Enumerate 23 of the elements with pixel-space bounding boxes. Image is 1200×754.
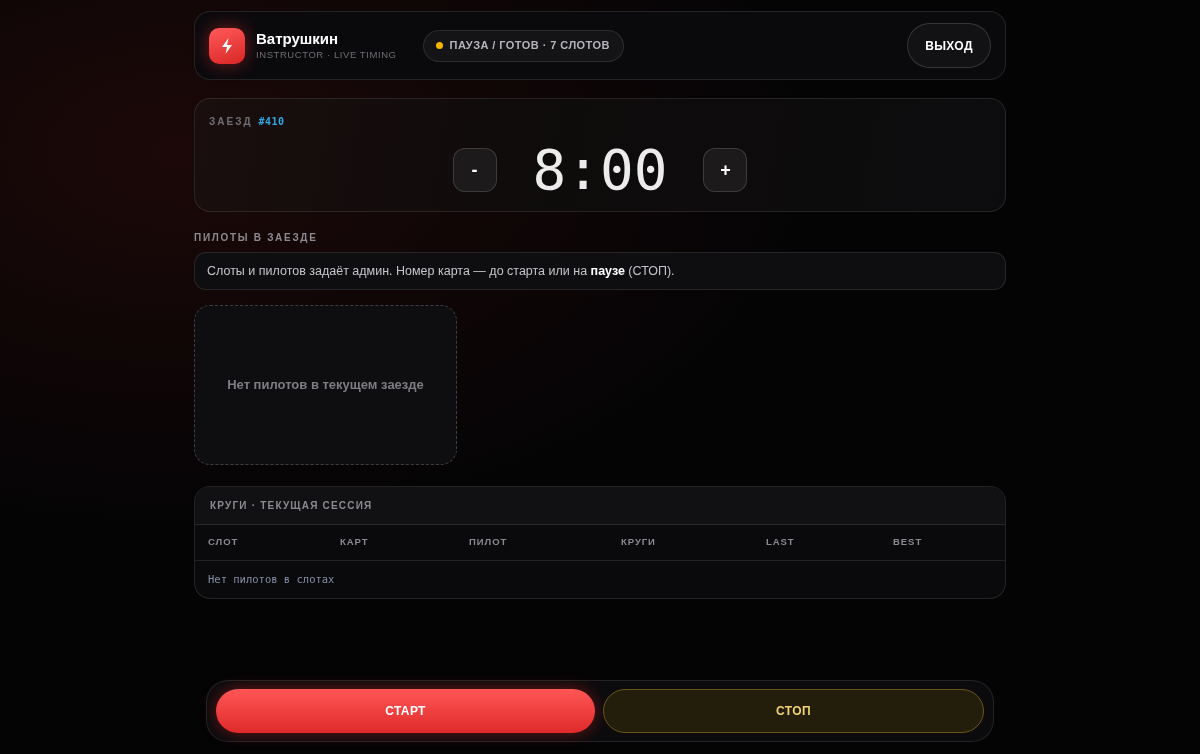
table-title: КРУГИ · ТЕКУЩАЯ СЕССИЯ — [210, 499, 373, 513]
brand-subtitle: INSTRUCTOR · LIVE TIMING — [256, 47, 397, 62]
heat-label: ЗАЕЗД — [209, 116, 253, 128]
section-title: ПИЛОТЫ В ЗАЕЗДЕ — [194, 232, 318, 244]
stop-button[interactable]: СТОП — [603, 689, 984, 733]
bolt-logo-icon — [209, 27, 245, 64]
brand-name: Ватрушкин — [256, 29, 340, 48]
table-empty-text: Нет пилотов в слотах — [208, 571, 335, 587]
start-button[interactable]: СТАРТ — [216, 689, 595, 733]
column-header: LAST — [766, 535, 795, 550]
decrement-button[interactable]: - — [452, 148, 497, 192]
column-header: СЛОТ — [208, 535, 239, 550]
heat-number: #410 — [258, 116, 285, 128]
logout-button[interactable]: ВЫХОД — [907, 23, 991, 68]
timer-display: 8:00 — [532, 140, 668, 200]
column-header: ПИЛОТ — [469, 535, 508, 550]
notice-text: Слоты и пилотов задаёт админ. Номер карта — до старта или на паузе (СТОП). — [207, 262, 675, 280]
column-header: КАРТ — [340, 535, 369, 550]
increment-button[interactable]: + — [703, 148, 748, 192]
empty-state-text: Нет пилотов в текущем заезде — [227, 376, 424, 395]
column-header: КРУГИ — [621, 535, 656, 550]
status-text: ПАУЗА / ГОТОВ · 7 СЛОТОВ — [449, 38, 610, 54]
column-header: BEST — [893, 535, 923, 550]
